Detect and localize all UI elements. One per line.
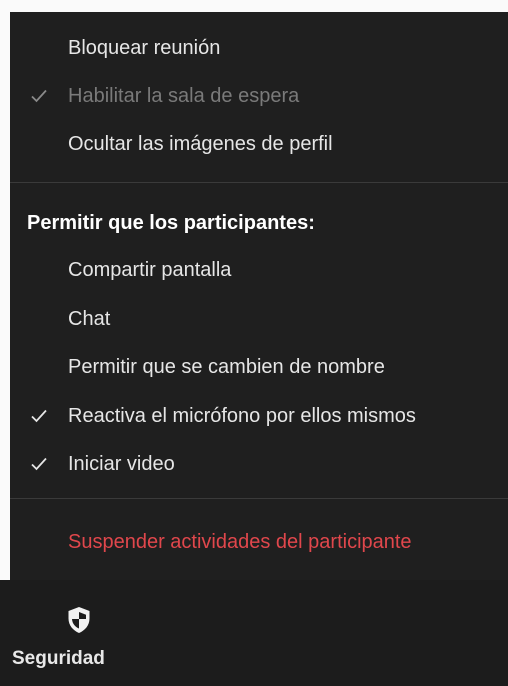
checkmark-icon (31, 89, 47, 103)
section-title-allow-participants: Permitir que los participantes: (27, 212, 315, 234)
menu-item-label: Suspender actividades del participante (68, 530, 412, 553)
shield-icon (67, 606, 91, 634)
menu-item-label: Ocultar las imágenes de perfil (68, 132, 333, 155)
menu-item-label: Iniciar video (68, 452, 175, 475)
security-menu: Bloquear reunión Habilitar la sala de es… (10, 12, 508, 580)
checkmark-icon (31, 457, 47, 471)
menu-item-label: Habilitar la sala de espera (68, 84, 300, 107)
menu-divider (10, 182, 508, 183)
menu-item-chat[interactable]: Chat (10, 295, 508, 343)
meeting-toolbar: Seguridad (0, 580, 508, 686)
menu-item-share-screen[interactable]: Compartir pantalla (10, 246, 508, 294)
checkmark-icon (31, 409, 47, 423)
menu-item-label: Compartir pantalla (68, 258, 232, 281)
app-frame: Bloquear reunión Habilitar la sala de es… (0, 0, 508, 686)
menu-item-unmute-themselves[interactable]: Reactiva el micrófono por ellos mismos (10, 392, 508, 440)
menu-item-label: Reactiva el micrófono por ellos mismos (68, 404, 416, 427)
security-label: Seguridad (12, 648, 105, 669)
menu-item-label: Permitir que se cambien de nombre (68, 355, 385, 378)
menu-item-lock-meeting[interactable]: Bloquear reunión (10, 24, 508, 72)
menu-item-hide-profile-pictures[interactable]: Ocultar las imágenes de perfil (10, 120, 508, 168)
menu-item-start-video[interactable]: Iniciar video (10, 440, 508, 488)
menu-item-rename-themselves[interactable]: Permitir que se cambien de nombre (10, 343, 508, 391)
menu-item-label: Chat (68, 307, 111, 330)
menu-item-suspend-participant-activities[interactable]: Suspender actividades del participante (10, 518, 508, 566)
security-button[interactable]: Seguridad (2, 588, 152, 680)
menu-divider (10, 498, 508, 499)
menu-item-label: Bloquear reunión (68, 36, 221, 59)
menu-item-enable-waiting-room[interactable]: Habilitar la sala de espera (10, 72, 508, 120)
